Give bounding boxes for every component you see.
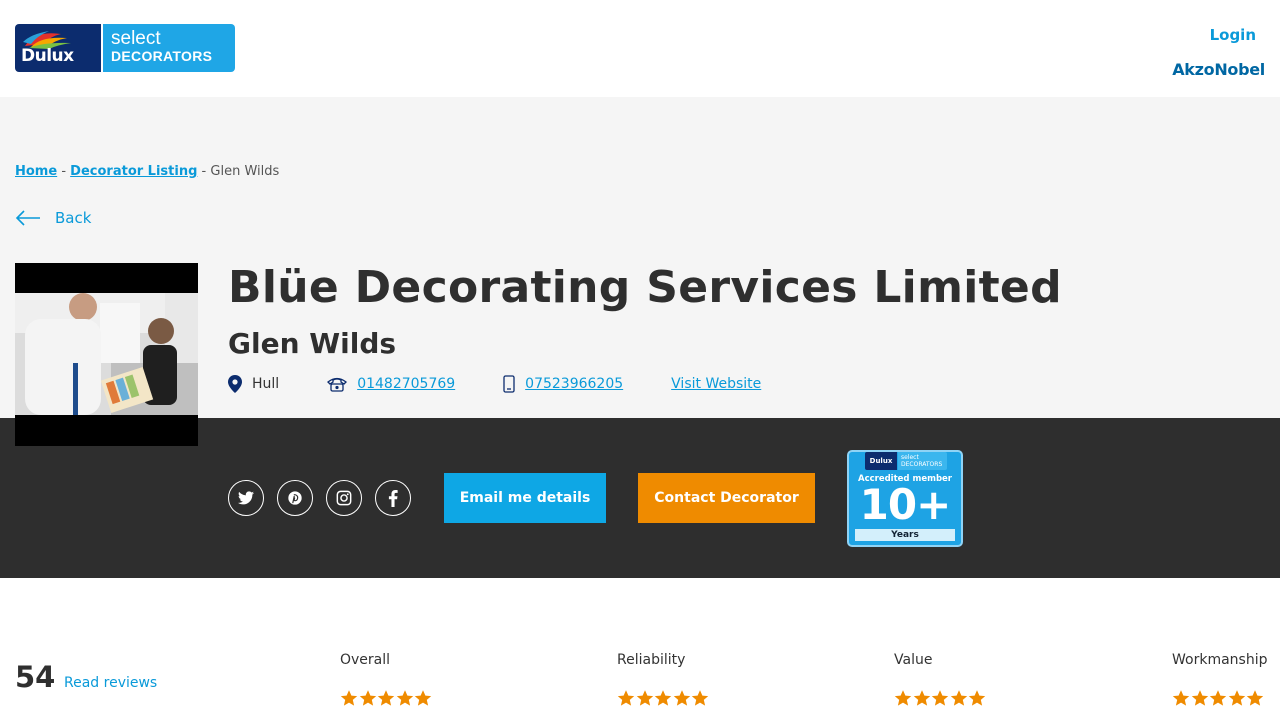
breadcrumb-current: Glen Wilds xyxy=(210,164,280,179)
pinterest-icon[interactable] xyxy=(277,480,313,516)
logo-select-text: select xyxy=(111,28,161,49)
badge-dulux-text: Dulux xyxy=(865,452,897,470)
star-icon xyxy=(1246,690,1264,706)
star-icon xyxy=(673,690,690,706)
instagram-icon[interactable] xyxy=(326,480,362,516)
star-icon xyxy=(414,690,432,706)
star-icon xyxy=(1191,690,1208,706)
review-count: 54 xyxy=(15,660,56,694)
read-reviews-link[interactable]: Read reviews xyxy=(64,675,157,691)
phone: 01482705769 xyxy=(327,376,455,392)
arrow-left-icon xyxy=(15,210,40,226)
badge-select-text: select xyxy=(901,454,919,461)
star-icon xyxy=(359,690,376,706)
dulux-select-decorators-logo[interactable]: Dulux select DECORATORS xyxy=(15,24,235,72)
accredited-member-badge: Dulux select DECORATORS Accredited membe… xyxy=(847,450,963,547)
dulux-logo: Dulux xyxy=(15,24,101,72)
rating-value: Value xyxy=(894,652,986,706)
star-icon xyxy=(950,690,967,706)
mobile: 07523966205 xyxy=(503,375,623,393)
star-rating xyxy=(617,689,710,707)
star-rating xyxy=(894,689,987,707)
star-icon xyxy=(617,690,635,706)
location-text: Hull xyxy=(252,376,280,392)
rating-label: Overall xyxy=(340,652,391,668)
rating-label: Value xyxy=(894,652,933,668)
breadcrumb: Home - Decorator Listing - Glen Wilds xyxy=(15,164,279,179)
company-name: Blüe Decorating Services Limited xyxy=(228,262,1062,313)
phone-link[interactable]: 01482705769 xyxy=(357,376,455,392)
mobile-link[interactable]: 07523966205 xyxy=(525,376,623,392)
login-link[interactable]: Login xyxy=(1210,26,1256,44)
back-link[interactable]: Back xyxy=(15,209,91,227)
star-icon xyxy=(968,690,986,706)
telephone-icon xyxy=(327,376,348,392)
location: Hull xyxy=(228,375,279,393)
dulux-wordmark: Dulux xyxy=(21,46,74,66)
rating-overall: Overall xyxy=(340,652,432,706)
facebook-icon[interactable] xyxy=(375,480,411,516)
back-label: Back xyxy=(55,209,92,227)
star-icon xyxy=(913,690,930,706)
breadcrumb-separator: - xyxy=(201,164,207,179)
map-pin-icon xyxy=(228,375,242,393)
star-rating xyxy=(1172,689,1265,707)
select-decorators-wordmark: select DECORATORS xyxy=(103,24,235,72)
star-icon xyxy=(396,690,413,706)
contact-decorator-button[interactable]: Contact Decorator xyxy=(638,473,815,523)
rating-label: Workmanship xyxy=(1172,652,1268,668)
email-me-details-button[interactable]: Email me details xyxy=(444,473,606,523)
star-icon xyxy=(340,690,358,706)
star-icon xyxy=(691,690,709,706)
website: Visit Website xyxy=(671,376,761,392)
badge-decorators-text: DECORATORS xyxy=(901,461,943,468)
star-icon xyxy=(377,690,395,706)
breadcrumb-separator: - xyxy=(61,164,67,179)
star-icon xyxy=(894,690,912,706)
breadcrumb-listing-link[interactable]: Decorator Listing xyxy=(70,164,197,179)
decorator-photo xyxy=(15,263,198,446)
badge-years-label: Years xyxy=(855,529,955,541)
twitter-icon[interactable] xyxy=(228,480,264,516)
akzonobel-logo[interactable]: AkzoNobel xyxy=(1172,60,1265,79)
badge-logo: Dulux select DECORATORS xyxy=(865,452,947,470)
badge-years-value: 10+ xyxy=(859,480,952,529)
rating-workmanship: Workmanship xyxy=(1172,652,1268,706)
star-icon xyxy=(1228,690,1245,706)
star-icon xyxy=(1172,690,1190,706)
visit-website-link[interactable]: Visit Website xyxy=(671,376,761,392)
star-icon xyxy=(654,690,672,706)
decorator-photo-image xyxy=(15,293,198,415)
rating-reliability: Reliability xyxy=(617,652,709,706)
social-links xyxy=(228,480,424,516)
breadcrumb-home-link[interactable]: Home xyxy=(15,164,57,179)
star-rating xyxy=(340,689,433,707)
star-icon xyxy=(931,690,949,706)
site-header: Dulux select DECORATORS Login AkzoNobel xyxy=(0,0,1280,97)
decorator-name: Glen Wilds xyxy=(228,327,397,360)
star-icon xyxy=(1209,690,1227,706)
mobile-phone-icon xyxy=(503,375,515,393)
badge-select-decorators: select DECORATORS xyxy=(898,452,947,470)
contact-row: Hull 01482705769 07523966205 Visit Websi… xyxy=(228,373,809,395)
rating-label: Reliability xyxy=(617,652,686,668)
logo-decorators-text: DECORATORS xyxy=(111,48,213,64)
star-icon xyxy=(636,690,653,706)
